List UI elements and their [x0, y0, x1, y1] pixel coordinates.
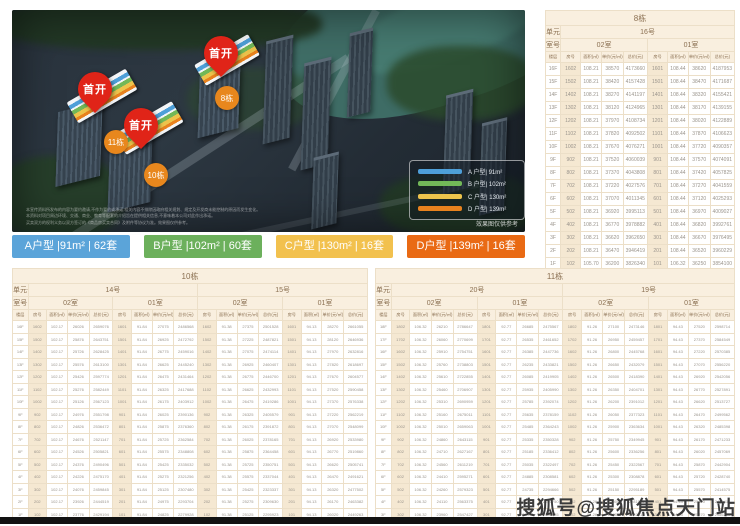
table-row: 11F1102106.32251602675011110192.77256352… — [376, 408, 735, 421]
building-badge-10: 10栋 — [144, 163, 168, 187]
table-row: 4F402102.1724226247517040191.84252752321… — [13, 471, 368, 484]
table-row: 3F302108.21366203962650301108.4436670397… — [546, 232, 735, 245]
table-row: 8F802108.21373704043808801108.4437420405… — [546, 167, 735, 180]
table-row: 11F1102102.17252762582449110191.84263252… — [13, 383, 368, 396]
building-header-row: 10栋 — [13, 269, 368, 284]
legend-row: A 户型| 91m² — [418, 167, 516, 176]
column-header-row: 楼层房号面积(㎡)单价(元/㎡)总价(元)房号面积(㎡)单价(元/㎡)总价(元) — [546, 52, 735, 63]
column-header-row: 楼层房号面积(㎡)单价(元/㎡)总价(元)房号面积(㎡)单价(元/㎡)总价(元)… — [13, 310, 368, 321]
table-row: 13F1302108.213812041249651301108.4438170… — [546, 102, 735, 115]
legend-color-bar-d — [418, 206, 462, 211]
unit-type-banners: A户型 |91m² | 62套 B户型 |102m² | 60套 C户型 |13… — [12, 235, 525, 258]
page: 首开 首开 首开 11栋 10栋 8栋 A 户型| 91m² B 户型| 102… — [0, 0, 740, 526]
table-row: 7F702106.3224560261121970192.77250352322… — [376, 458, 735, 471]
table-row: 3F302102.1724076245984530191.84251252307… — [13, 483, 368, 496]
building-header-row: 8栋 — [546, 11, 735, 26]
table-row: 15F1502102.17258762643751150191.84269252… — [13, 333, 368, 346]
table-row: 5F502102.1724376249049650191.84254252335… — [13, 458, 368, 471]
table-row: 15F1502106.32257602738803150192.77262352… — [376, 358, 735, 371]
table-row: 7F702102.1724676252114770191.84257252362… — [13, 433, 368, 446]
table-row: 4F402108.21367703978882401108.4436820399… — [546, 219, 735, 232]
table-row: 5F502108.21369203995113501108.4436970400… — [546, 206, 735, 219]
pin-label: 首开 — [124, 108, 158, 142]
legend-label: A 户型| 91m² — [468, 167, 502, 176]
building-header-row: 11栋 — [376, 269, 735, 284]
pin-label: 首开 — [204, 36, 238, 70]
banner-type-b: B户型 |102m² | 60套 — [144, 235, 262, 258]
building-badge-8: 8栋 — [215, 86, 239, 110]
table-row: 15F1502108.213842041574281501108.4438470… — [546, 76, 735, 89]
legend-color-bar-b — [418, 181, 462, 186]
table-row: 6F602102.1724526250582160191.84255752348… — [13, 446, 368, 459]
legend-row: C 户型| 130m² — [418, 192, 516, 201]
table-row: 2F202108.21364703946419201108.4436520396… — [546, 245, 735, 258]
table-row: 13F1302102.17255762613100130191.84266252… — [13, 358, 368, 371]
legend-color-bar-c — [418, 194, 462, 199]
table-row: 6F602106.3224410259527160192.77248852308… — [376, 471, 735, 484]
room-header-row: 室号02室01室02室01室 — [13, 297, 368, 310]
legend-row: D 户型| 139m² — [418, 204, 516, 213]
price-table-building-8: 8栋单元号16号室号02室01室楼层房号面积(㎡)单价(元/㎡)总价(元)房号面… — [545, 10, 735, 271]
table-row: 10F1002108.213767040762711001108.4437720… — [546, 141, 735, 154]
unit-header-row: 单元号20号19号 — [376, 284, 735, 297]
map-pin-building-11: 首开 — [71, 65, 119, 113]
table-row: 16F1602108.213857041736601601108.4438620… — [546, 63, 735, 76]
table-row: 14F1402106.32256102722855140192.77260852… — [376, 371, 735, 384]
table-row: 11F1102108.213782040925021101108.4437870… — [546, 128, 735, 141]
table-row: 2F202102.1723926244451920191.84249752293… — [13, 496, 368, 509]
room-header-row: 室号02室01室02室01室 — [376, 297, 735, 310]
table-row: 16F1602106.32259102754751160192.77263852… — [376, 346, 735, 359]
table-row: 17F1702106.32260602770699170192.77265352… — [376, 333, 735, 346]
unit-type-legend: A 户型| 91m² B 户型| 102m² C 户型| 130m² D 户型|… — [409, 160, 525, 220]
legend-label: D 户型| 139m² — [468, 204, 506, 213]
table-row: 8F802106.3224710262716780192.77251852336… — [376, 446, 735, 459]
unit-header-row: 单元号14号15号 — [13, 284, 368, 297]
aerial-render-image: 首开 首开 首开 11栋 10栋 8栋 A 户型| 91m² B 户型| 102… — [12, 10, 525, 232]
image-disclaimer-text: 本宣传资料所发布的内容为要约邀请,不作为要约或承诺,相关内容不排除因政府相关规划… — [26, 207, 366, 226]
table-row: 13F1302106.32254602706907130192.77259352… — [376, 383, 735, 396]
map-pin-building-8: 首开 — [197, 29, 245, 77]
price-table-building-11: 11栋单元号20号19号室号02室01室02室01室楼层房号面积(㎡)单价(元/… — [375, 268, 735, 518]
table-row: 14F1402108.213827041411971401108.4438320… — [546, 89, 735, 102]
price-table: 11栋单元号20号19号室号02室01室02室01室楼层房号面积(㎡)单价(元/… — [375, 268, 735, 518]
banner-type-a: A户型 |91m² | 62套 — [12, 235, 130, 258]
price-table: 10栋单元号14号15号室号02室01室02室01室楼层房号面积(㎡)单价(元/… — [12, 268, 368, 521]
legend-row: B 户型| 102m² — [418, 179, 516, 188]
room-header-row: 室号02室01室 — [546, 39, 735, 52]
table-row: 10F1002102.17251262567123100191.84261752… — [13, 396, 368, 409]
table-row: 9F902102.1724976255179890191.84260252390… — [13, 408, 368, 421]
table-row: 8F802102.1724826253647280191.84258752376… — [13, 421, 368, 434]
banner-type-d: D户型 |139m² | 16套 — [407, 235, 525, 258]
table-row: 12F1202106.32253102690959120192.77257852… — [376, 396, 735, 409]
table-row: 12F1202102.17254262597774120191.84264752… — [13, 371, 368, 384]
legend-label: B 户型| 102m² — [468, 179, 506, 188]
pin-label: 首开 — [78, 72, 112, 106]
price-table: 8栋单元号16号室号02室01室楼层房号面积(㎡)单价(元/㎡)总价(元)房号面… — [545, 10, 735, 271]
image-corner-note: 效果图仅供参考 — [476, 219, 518, 228]
table-row: 9F902106.3224860264311590192.77253352350… — [376, 433, 735, 446]
table-row: 12F1202108.213797041087341201108.4438020… — [546, 115, 735, 128]
legend-color-bar-a — [418, 169, 462, 174]
table-row: 7F702108.21372204027576701108.4437270404… — [546, 180, 735, 193]
sohu-watermark: 搜狐号@搜狐焦点天门站 — [516, 493, 736, 520]
table-row: 14F1402102.17257262628425140191.84267752… — [13, 346, 368, 359]
banner-type-c: C户型 |130m² | 16套 — [276, 235, 394, 258]
unit-header-row: 单元号16号 — [546, 26, 735, 39]
table-row: 9F902108.21375204060039901108.4437570407… — [546, 154, 735, 167]
price-table-building-10: 10栋单元号14号15号室号02室01室02室01室楼层房号面积(㎡)单价(元/… — [12, 268, 368, 521]
column-header-row: 楼层房号面积(㎡)单价(元/㎡)总价(元)房号面积(㎡)单价(元/㎡)总价(元)… — [376, 310, 735, 321]
map-pin-building-10: 首开 — [117, 101, 165, 149]
table-row: 10F1002106.32250102659063100192.77254852… — [376, 421, 735, 434]
table-row: 18F1802106.32262102786647180192.77266852… — [376, 321, 735, 334]
table-row: 6F602108.21370704011345601108.4437120402… — [546, 193, 735, 206]
legend-label: C 户型| 130m² — [468, 192, 506, 201]
table-row: 16F1602102.17260262659076160191.84270752… — [13, 321, 368, 334]
